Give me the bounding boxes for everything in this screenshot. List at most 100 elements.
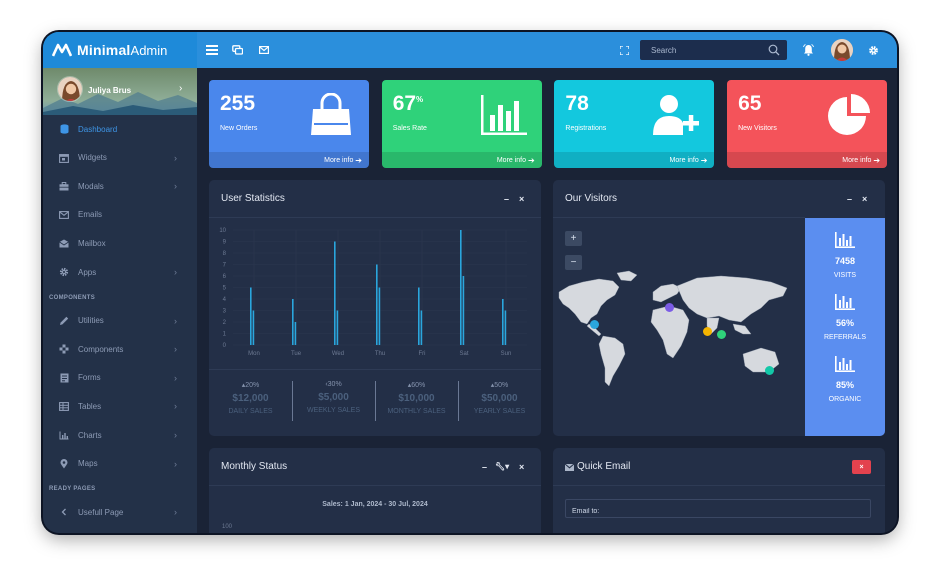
x-tick-label: Tue [291,351,302,357]
bell-icon[interactable] [798,32,818,68]
chart-bar[interactable] [336,310,339,346]
map-greenland[interactable] [616,270,638,282]
more-info-link[interactable]: More info ➔ [381,152,542,168]
sidebar-item-forms[interactable]: Forms › [43,364,197,392]
sidebar-item-components[interactable]: Components › [43,335,197,363]
chevron-right-icon: › [174,458,177,469]
more-info-link[interactable]: More info ➔ [554,152,715,168]
chart-bar[interactable] [376,264,378,346]
chart-bar[interactable] [252,310,255,346]
sidebar-item-emails[interactable]: Emails [43,201,197,229]
fullscreen-icon[interactable] [614,32,634,68]
stat-amount: $12,000 [232,393,269,404]
bar-chart-icon [805,294,885,315]
more-info-link[interactable]: More info ➔ [209,152,369,168]
sidebar-item-modals[interactable]: Modals › [43,172,197,200]
map-south-america[interactable] [598,335,626,387]
sidebar-item-maps[interactable]: Maps › [43,450,197,478]
x-tick-label: Wed [332,351,344,357]
close-button[interactable]: × [852,460,871,474]
sidebar-item-charts[interactable]: Charts › [43,421,197,449]
y-tick-label: 0 [223,343,227,349]
chart-bar[interactable] [460,230,462,345]
sidebar-item-utilities[interactable]: Utilities › [43,307,197,335]
database-icon [59,124,69,134]
sidebar-item-mailbox[interactable]: Mailbox [43,229,197,257]
search-input[interactable] [640,40,765,60]
y-tick-label: 7 [223,263,227,269]
stat-card-new-visitors: 65 New Visitors More info ➔ [727,80,888,168]
gear-icon[interactable] [863,32,883,68]
x-tick-label: Sat [459,351,468,357]
chart-bar[interactable] [378,287,381,346]
map-north-america[interactable] [558,278,620,325]
close-icon[interactable]: × [519,194,524,204]
mail-icon[interactable] [254,32,274,68]
chart-bar[interactable] [420,310,423,346]
quick-email-panel: Quick Email × [553,448,885,533]
sidebar-item-label: Maps [78,459,98,469]
divider [209,369,541,370]
chart-bar[interactable] [504,310,507,346]
chevron-right-icon: › [174,401,177,412]
close-icon[interactable]: × [862,194,867,204]
user-avatar-top[interactable] [831,39,853,61]
chevron-right-icon: › [174,152,177,163]
search-icon[interactable] [768,44,780,56]
pencil-icon [59,316,69,326]
email-to-input[interactable] [566,503,870,520]
more-info-link[interactable]: More info ➔ [727,152,888,168]
chart-bar[interactable] [418,287,420,346]
hamburger-menu-icon[interactable] [202,32,222,68]
sidebar-item-tables[interactable]: Tables › [43,392,197,420]
sidebar-item-apps[interactable]: Apps › [43,258,197,286]
map-marker[interactable] [703,327,712,336]
chevron-right-icon: › [174,372,177,383]
visitor-metric-organic: 85% ORGANIC [805,356,885,403]
pie-chart-icon [825,93,873,137]
user-statistics-panel: User Statistics – × 0 1 2 3 4 5 6 7 8 9 10 Mon Tue We… [209,180,541,436]
divider [375,381,376,421]
zoom-in-button[interactable]: + [565,231,582,246]
map-marker[interactable] [590,320,599,329]
chart-bar[interactable] [250,287,252,346]
map-southeast-asia[interactable] [732,323,752,335]
sidebar-item-widgets[interactable]: Widgets › [43,144,197,172]
chart-bar[interactable] [294,322,297,345]
map-europe[interactable] [652,283,682,303]
close-icon[interactable]: × [519,462,524,472]
brand-logo[interactable]: Minimal Admin [43,32,197,68]
stat-label: Sales Rate [392,125,427,132]
divider [553,485,885,486]
chart-bar[interactable] [292,299,294,345]
chevron-right-icon: › [174,181,177,192]
sidebar-item-usefull-page[interactable]: Usefull Page › [43,498,197,526]
chart-bar[interactable] [502,299,504,345]
divider [209,485,541,486]
wrench-icon[interactable]: 🔧︎▾ [495,462,509,471]
map-marker[interactable] [765,366,774,375]
map-marker[interactable] [717,330,726,339]
y-tick-label: 8 [223,251,227,257]
stat-caption: DAILY SALES [228,408,273,415]
sidebar-item-label: Apps [78,267,97,277]
stat-value: 65 [738,92,762,115]
y-tick-label: 9 [223,240,227,246]
chart-bar[interactable] [334,241,336,346]
chat-icon[interactable] [227,32,247,68]
y-tick-label: 5 [223,286,227,292]
map-asia[interactable] [676,275,788,323]
stat-value: 78 [565,92,589,115]
briefcase-icon [59,181,69,191]
divider [553,217,805,218]
chart-bar[interactable] [462,276,465,345]
map-marker[interactable] [665,303,674,312]
user-profile-panel[interactable]: Juliya Brus › [43,68,197,115]
sidebar-item-dashboard[interactable]: Dashboard [43,115,197,143]
minimize-icon[interactable]: – [504,194,509,204]
world-map[interactable] [557,268,797,398]
map-africa[interactable] [650,305,690,359]
minimize-icon[interactable]: – [482,462,487,472]
minimize-icon[interactable]: – [847,194,852,204]
chevron-right-icon[interactable]: › [179,83,182,94]
